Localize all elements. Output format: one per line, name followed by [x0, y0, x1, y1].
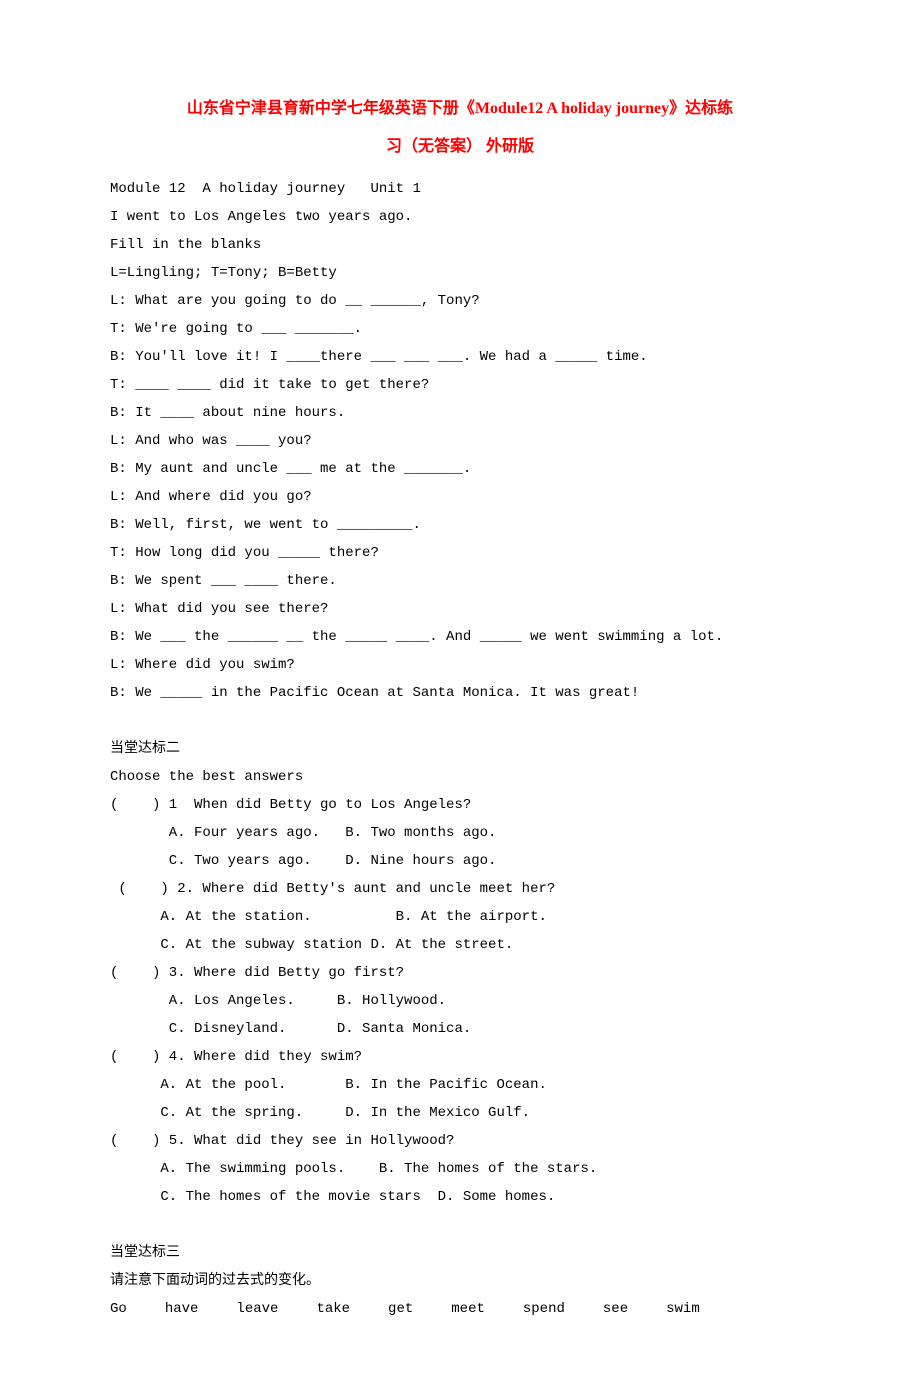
question-4-options-cd: C. At the spring. D. In the Mexico Gulf. — [110, 1099, 810, 1127]
dialogue-line: B: We ___ the ______ __ the _____ ____. … — [110, 623, 810, 651]
question-1-options-cd: C. Two years ago. D. Nine hours ago. — [110, 847, 810, 875]
verb-have: have — [165, 1295, 199, 1323]
verb-take: take — [316, 1295, 350, 1323]
verb-swim: swim — [666, 1295, 700, 1323]
dialogue-line: L: Where did you swim? — [110, 651, 810, 679]
verb-list: Go have leave take get meet spend see sw… — [110, 1295, 810, 1323]
question-5-options-ab: A. The swimming pools. B. The homes of t… — [110, 1155, 810, 1183]
question-4-options-ab: A. At the pool. B. In the Pacific Ocean. — [110, 1071, 810, 1099]
dialogue-line: T: We're going to ___ _______. — [110, 315, 810, 343]
dialogue-line: B: My aunt and uncle ___ me at the _____… — [110, 455, 810, 483]
question-2-options-ab: A. At the station. B. At the airport. — [110, 903, 810, 931]
dialogue-line: T: How long did you _____ there? — [110, 539, 810, 567]
question-1: ( ) 1 When did Betty go to Los Angeles? — [110, 791, 810, 819]
verb-get: get — [388, 1295, 413, 1323]
section2-subtitle: Choose the best answers — [110, 763, 810, 791]
question-2-options-cd: C. At the subway station D. At the stree… — [110, 931, 810, 959]
section3-heading: 当堂达标三 — [110, 1239, 810, 1267]
section3-subtitle: 请注意下面动词的过去式的变化。 — [110, 1267, 810, 1295]
dialogue-line: B: It ____ about nine hours. — [110, 399, 810, 427]
question-5-options-cd: C. The homes of the movie stars D. Some … — [110, 1183, 810, 1211]
question-3-options-ab: A. Los Angeles. B. Hollywood. — [110, 987, 810, 1015]
verb-meet: meet — [451, 1295, 485, 1323]
question-4: ( ) 4. Where did they swim? — [110, 1043, 810, 1071]
title-line-2: 习（无答案） 外研版 — [110, 128, 810, 166]
body-content: Module 12 A holiday journey Unit 1 I wen… — [110, 175, 810, 1323]
section2-heading: 当堂达标二 — [110, 735, 810, 763]
question-2: ( ) 2. Where did Betty's aunt and uncle … — [110, 875, 810, 903]
intro-module: Module 12 A holiday journey Unit 1 — [110, 175, 810, 203]
question-3: ( ) 3. Where did Betty go first? — [110, 959, 810, 987]
verb-spend: spend — [523, 1295, 565, 1323]
dialogue-line: L: What did you see there? — [110, 595, 810, 623]
dialogue-line: L: And where did you go? — [110, 483, 810, 511]
intro-instruction: Fill in the blanks — [110, 231, 810, 259]
question-5: ( ) 5. What did they see in Hollywood? — [110, 1127, 810, 1155]
dialogue-line: B: We _____ in the Pacific Ocean at Sant… — [110, 679, 810, 707]
question-3-options-cd: C. Disneyland. D. Santa Monica. — [110, 1015, 810, 1043]
verb-go: Go — [110, 1295, 127, 1323]
title-line-1: 山东省宁津县育新中学七年级英语下册《Module12 A holiday jou… — [110, 90, 810, 128]
question-1-options-ab: A. Four years ago. B. Two months ago. — [110, 819, 810, 847]
dialogue-line: L: What are you going to do __ ______, T… — [110, 287, 810, 315]
verb-leave: leave — [236, 1295, 278, 1323]
dialogue-line: L: And who was ____ you? — [110, 427, 810, 455]
blank-line — [110, 1211, 810, 1239]
dialogue-line: B: We spent ___ ____ there. — [110, 567, 810, 595]
intro-legend: L=Lingling; T=Tony; B=Betty — [110, 259, 810, 287]
blank-line — [110, 707, 810, 735]
dialogue-line: B: You'll love it! I ____there ___ ___ _… — [110, 343, 810, 371]
intro-sentence: I went to Los Angeles two years ago. — [110, 203, 810, 231]
verb-see: see — [603, 1295, 628, 1323]
dialogue-line: B: Well, first, we went to _________. — [110, 511, 810, 539]
dialogue-line: T: ____ ____ did it take to get there? — [110, 371, 810, 399]
